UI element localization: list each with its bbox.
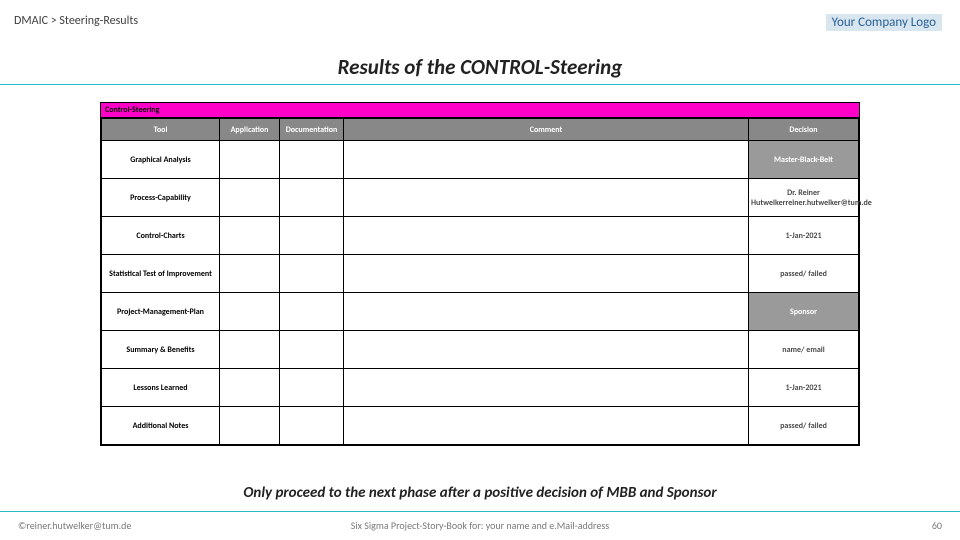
table-row: Graphical Analysis Master-Black-Belt	[102, 141, 859, 179]
proceed-note: Only proceed to the next phase after a p…	[0, 484, 960, 502]
decision-cell: Dr. Reiner Hutwelkerreiner.hutwelker@tum…	[749, 179, 859, 217]
decision-cell: passed/ failed	[749, 407, 859, 445]
decision-text: passed/ failed	[780, 421, 827, 431]
comment-cell	[344, 407, 749, 445]
application-cell	[220, 217, 280, 255]
company-logo-placeholder: Your Company Logo	[826, 14, 942, 31]
comment-cell	[344, 293, 749, 331]
decision-cell: passed/ failed	[749, 255, 859, 293]
documentation-cell	[280, 293, 344, 331]
band-header: Control-Steering	[101, 103, 859, 118]
decision-text: Sponsor	[790, 307, 817, 317]
footer-caption: Six Sigma Project-Story-Book for: your n…	[0, 519, 960, 532]
tool-cell: Graphical Analysis	[102, 141, 220, 179]
col-application: Application	[220, 119, 280, 141]
table-row: Process-Capability Dr. Reiner Hutwelkerre…	[102, 179, 859, 217]
comment-cell	[344, 331, 749, 369]
documentation-cell	[280, 217, 344, 255]
documentation-cell	[280, 369, 344, 407]
comment-cell	[344, 255, 749, 293]
documentation-cell	[280, 407, 344, 445]
col-documentation: Documentation	[280, 119, 344, 141]
footer-rule	[0, 511, 960, 512]
table-row: Project-Management-Plan Sponsor	[102, 293, 859, 331]
table-row: Summary & Benefits name/ email	[102, 331, 859, 369]
title-pre: Results of the	[338, 54, 461, 80]
table-row: Additional Notes passed/ failed	[102, 407, 859, 445]
decision-text: Master-Black-Belt	[774, 155, 833, 165]
tool-cell: Additional Notes	[102, 407, 220, 445]
tool-cell: Summary & Benefits	[102, 331, 220, 369]
application-cell	[220, 407, 280, 445]
table-row: Statistical Test of Improvement passed/ f…	[102, 255, 859, 293]
page-number: 60	[932, 519, 942, 532]
table-row: Lessons Learned 1-Jan-2021	[102, 369, 859, 407]
tool-cell: Process-Capability	[102, 179, 220, 217]
documentation-cell	[280, 179, 344, 217]
documentation-cell	[280, 141, 344, 179]
decision-cell: name/ email	[749, 331, 859, 369]
application-cell	[220, 293, 280, 331]
tool-cell: Control-Charts	[102, 217, 220, 255]
comment-cell	[344, 141, 749, 179]
steering-table: Control-Steering Tool Application Docume…	[100, 102, 860, 446]
decision-text: 1-Jan-2021	[785, 383, 821, 393]
application-cell	[220, 255, 280, 293]
documentation-cell	[280, 255, 344, 293]
decision-cell: 1-Jan-2021	[749, 217, 859, 255]
tool-cell: Project-Management-Plan	[102, 293, 220, 331]
decision-sub: reiner.hutwelker@tum.de	[786, 198, 872, 208]
comment-cell	[344, 217, 749, 255]
title-rule	[0, 84, 960, 85]
documentation-cell	[280, 331, 344, 369]
decision-text: 1-Jan-2021	[785, 231, 821, 241]
decision-text: passed/ failed	[780, 269, 827, 279]
breadcrumb: DMAIC > Steering-Results	[14, 14, 138, 28]
col-decision: Decision	[749, 119, 859, 141]
tool-cell: Lessons Learned	[102, 369, 220, 407]
table-row: Control-Charts 1-Jan-2021	[102, 217, 859, 255]
decision-text: name/ email	[782, 345, 824, 355]
tool-cell: Statistical Test of Improvement	[102, 255, 220, 293]
title-emphasis: CONTROL	[460, 54, 544, 80]
application-cell	[220, 179, 280, 217]
title-post: -Steering	[544, 54, 623, 80]
comment-cell	[344, 179, 749, 217]
comment-cell	[344, 369, 749, 407]
application-cell	[220, 331, 280, 369]
col-comment: Comment	[344, 119, 749, 141]
column-header-row: Tool Application Documentation Comment D…	[102, 119, 859, 141]
decision-cell: 1-Jan-2021	[749, 369, 859, 407]
decision-cell: Sponsor	[749, 293, 859, 331]
application-cell	[220, 141, 280, 179]
application-cell	[220, 369, 280, 407]
page-title: Results of the CONTROL-Steering	[0, 54, 960, 80]
col-tool: Tool	[102, 119, 220, 141]
footer-copyright: ©reiner.hutwelker@tum.de	[18, 519, 131, 532]
decision-cell: Master-Black-Belt	[749, 141, 859, 179]
